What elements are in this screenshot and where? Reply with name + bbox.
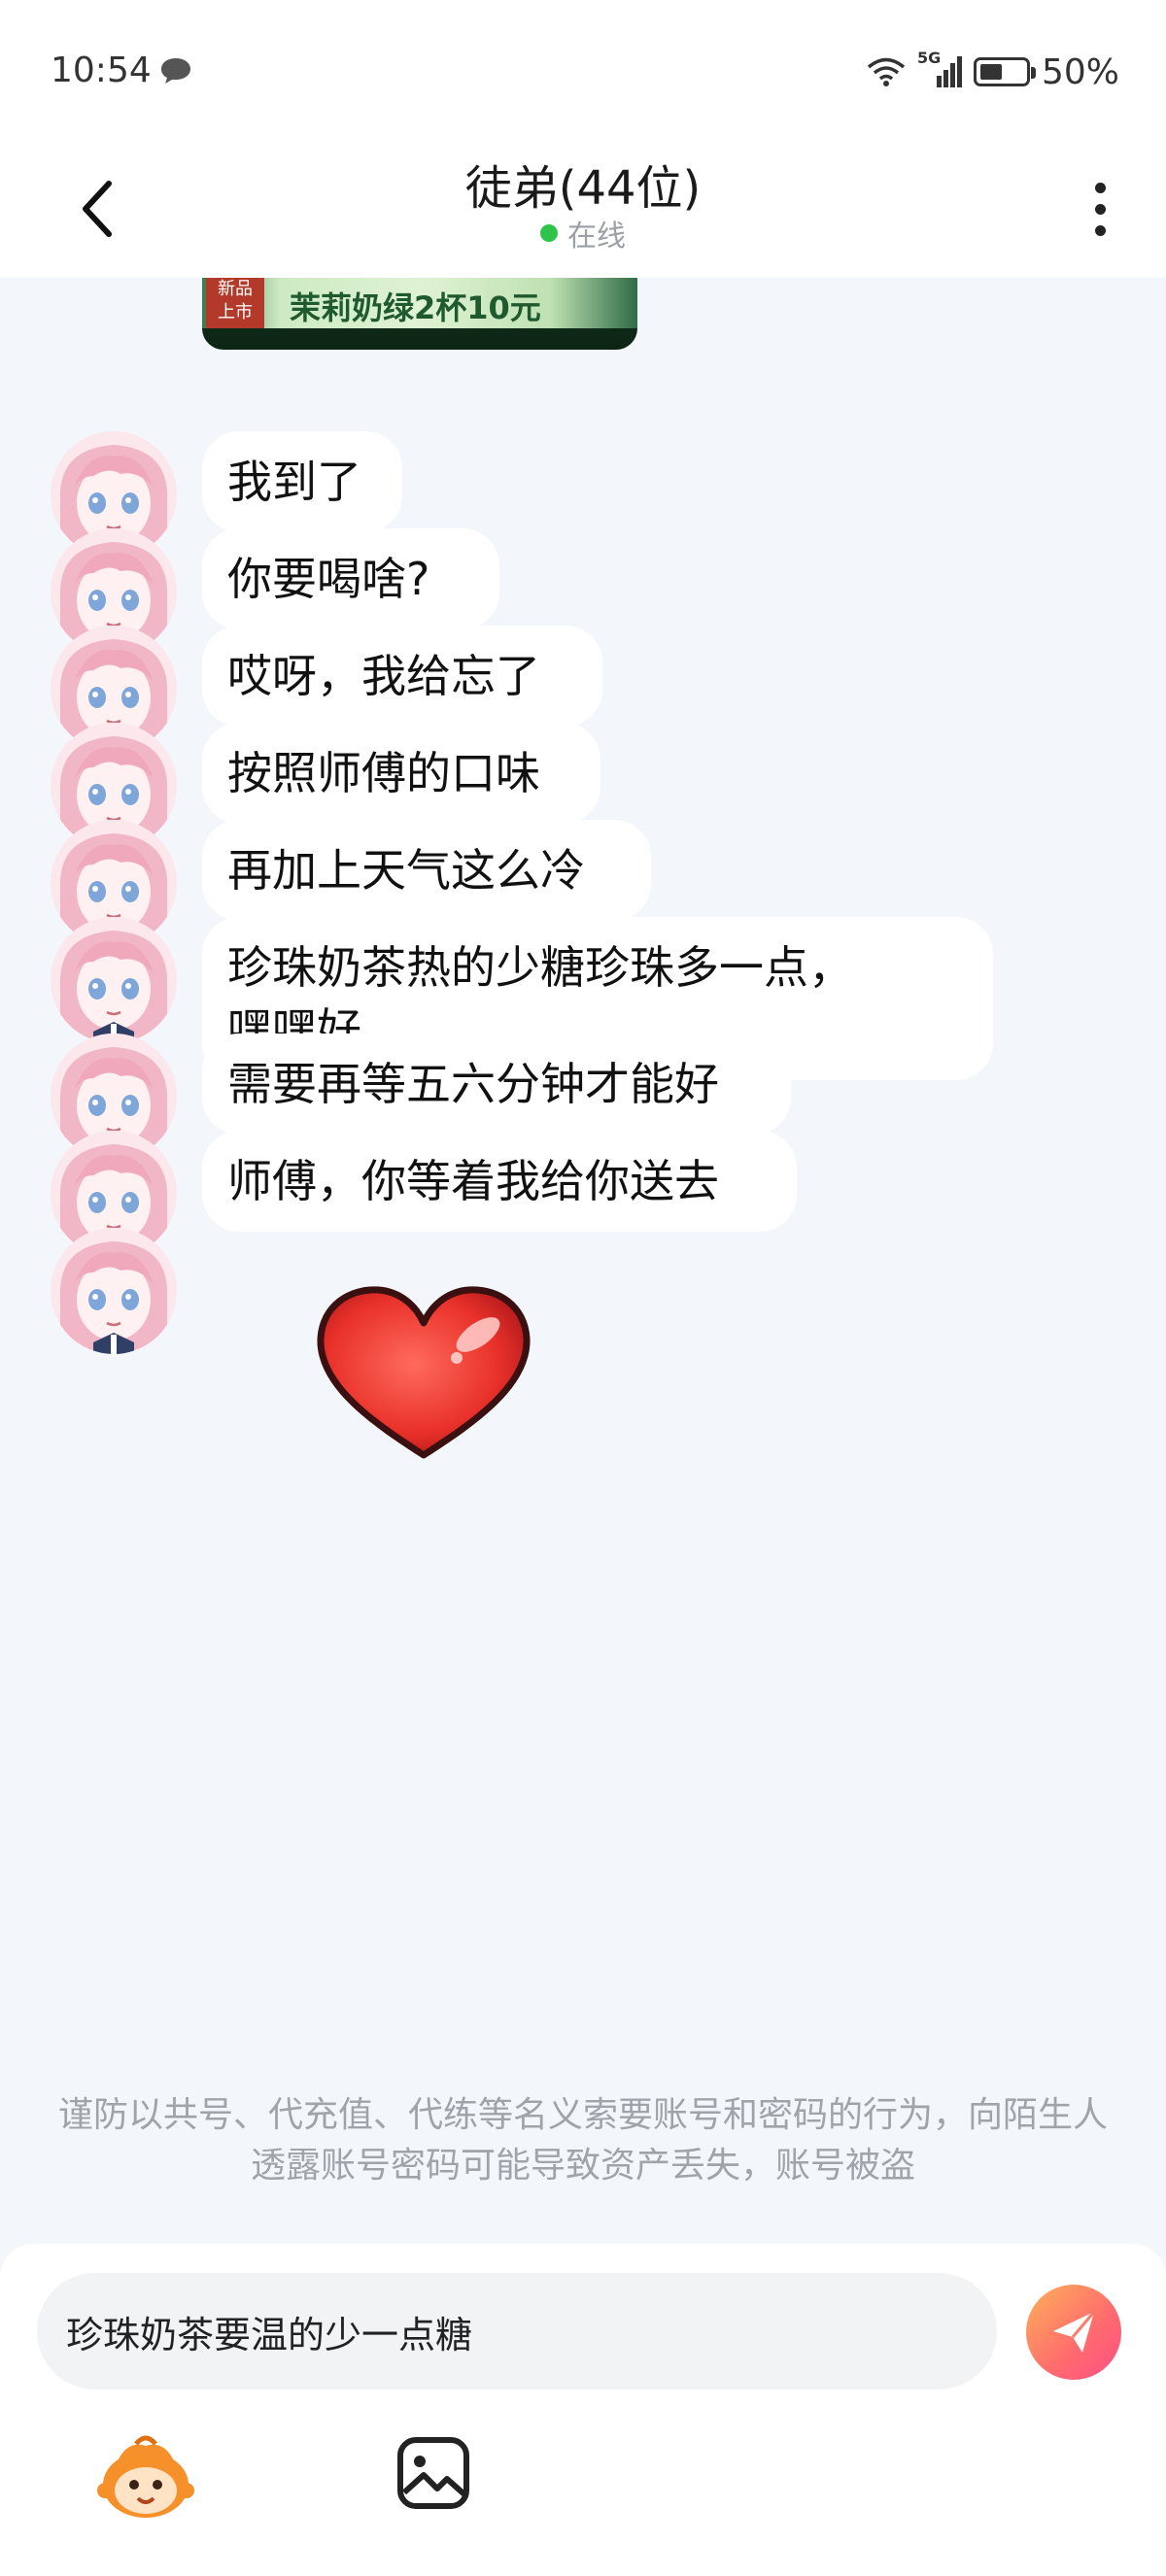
heart-sticker-icon[interactable] (311, 1280, 536, 1465)
status-bar: 10:54 5G 50% (0, 0, 1166, 148)
input-bar: 珍珠奶茶要温的少一点糖 (0, 2244, 1166, 2576)
presence-label: 在线 (567, 220, 626, 254)
message-list[interactable]: 新品 上市 茉莉奶绿2杯10元 我到了 你要喝啥? 哎呀，我给忘了 按照师傅的口味 再加… (0, 278, 1166, 2244)
message-bubble[interactable]: 需要再等五六分钟才能好 (202, 1034, 791, 1135)
avatar[interactable] (51, 917, 177, 1043)
message-bubble[interactable]: 你要喝啥? (202, 528, 499, 629)
emoji-sticker-icon[interactable] (97, 2434, 194, 2524)
more-options-button[interactable] (1080, 175, 1119, 243)
security-notice: 谨防以共号、代充值、代练等名义索要账号和密码的行为，向陌生人透露账号密码可能导致… (58, 2095, 1109, 2186)
page-title: 徒弟(44位) (464, 161, 702, 216)
chat-bubble-icon (161, 58, 190, 84)
status-indicators: 5G 50% (867, 49, 1119, 93)
image-message-text: 茉莉奶绿2杯10元 (290, 289, 541, 326)
chat-header: 徒弟(44位) 在线 (0, 136, 1166, 278)
status-time: 10:54 (51, 51, 152, 90)
avatar-illustration (51, 1228, 177, 1354)
message-bubble[interactable]: 哎呀，我给忘了 (202, 626, 602, 727)
chat-screen: 10:54 5G 50% 徒弟(44位) 在线 新品 上市 茉莉奶绿2杯10元 … (0, 0, 1166, 2576)
battery-level (979, 64, 1002, 80)
presence-status: 在线 (0, 212, 1166, 254)
image-message[interactable]: 新品 上市 茉莉奶绿2杯10元 (202, 278, 637, 350)
more-dot-icon (1094, 203, 1106, 215)
image-picker-icon[interactable] (396, 2436, 470, 2510)
send-button[interactable] (1026, 2285, 1121, 2380)
message-input[interactable]: 珍珠奶茶要温的少一点糖 (37, 2273, 997, 2390)
send-icon (1053, 2311, 1096, 2353)
message-bubble[interactable]: 按照师傅的口味 (202, 723, 600, 824)
message-bubble[interactable]: 师傅，你等着我给你送去 (202, 1131, 797, 1232)
signal-icon: 5G (917, 49, 962, 91)
battery-percent: 50% (1041, 51, 1119, 92)
online-dot-icon (540, 224, 558, 242)
image-message-banner: 新品 上市 茉莉奶绿2杯10元 (202, 278, 637, 328)
battery-icon (973, 57, 1036, 86)
avatar[interactable] (51, 1228, 177, 1354)
wifi-icon (867, 57, 906, 86)
message-bubble[interactable]: 我到了 (202, 431, 402, 532)
image-message-badge: 新品 上市 (206, 278, 264, 328)
avatar-illustration (51, 917, 177, 1043)
more-dot-icon (1094, 182, 1106, 193)
more-dot-icon (1094, 224, 1106, 236)
message-bubble[interactable]: 再加上天气这么冷 (202, 820, 651, 921)
